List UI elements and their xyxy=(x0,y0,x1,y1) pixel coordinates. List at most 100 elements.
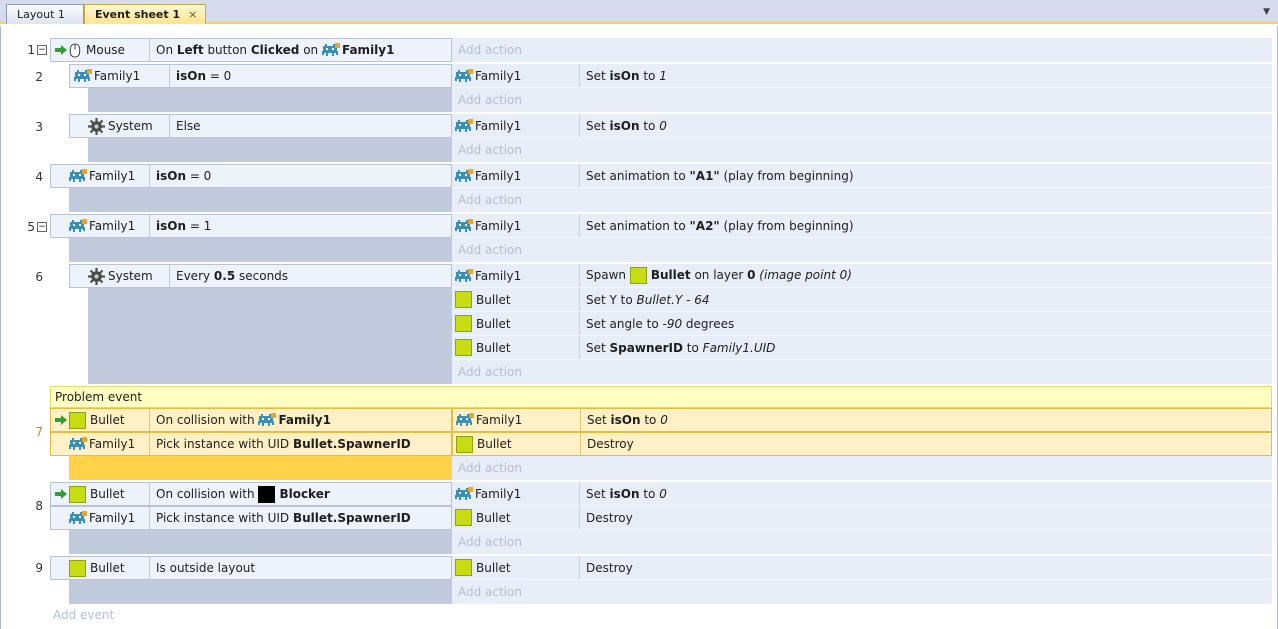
family-sprite-icon xyxy=(455,269,473,283)
action[interactable]: Family1 Set isOn to 0 xyxy=(452,114,1272,138)
object-name: Family1 xyxy=(89,437,136,451)
action[interactable]: Family1 Spawn Bullet on layer 0 (image p… xyxy=(452,264,1272,288)
condition-area xyxy=(69,456,452,480)
object-name: Family1 xyxy=(475,68,522,83)
add-action-button[interactable]: Add action xyxy=(452,88,1272,112)
action-text: Destroy xyxy=(586,510,633,525)
condition-param: Bullet.SpawnerID xyxy=(292,511,411,525)
action-text: (play from beginning) xyxy=(719,168,854,183)
close-icon[interactable]: × xyxy=(188,5,197,24)
object-name: Bullet xyxy=(476,292,511,307)
action-value: Family1.UID xyxy=(702,340,776,355)
condition[interactable]: Mouse On Left button Clicked on Family1 xyxy=(50,38,452,62)
object-name: Bullet xyxy=(476,560,511,575)
condition-param: 0.5 xyxy=(213,269,236,283)
condition[interactable]: Family1 isOn = 0 xyxy=(50,164,452,188)
add-action-button[interactable]: Add action xyxy=(452,456,1272,480)
trigger-arrow-icon xyxy=(55,45,67,55)
condition-text: Every xyxy=(176,269,214,283)
bullet-green-square-icon xyxy=(69,411,86,429)
trigger-arrow-icon xyxy=(55,489,67,499)
action-value: 0 xyxy=(660,413,668,427)
condition[interactable]: System Else xyxy=(69,114,452,138)
condition-param: Clicked xyxy=(250,42,300,57)
condition[interactable]: Bullet On collision with Blocker xyxy=(50,482,452,506)
add-event-button[interactable]: Add event xyxy=(53,608,114,622)
object-name: Bullet xyxy=(476,510,511,525)
object-name: Family1 xyxy=(476,413,523,427)
condition-param: Left xyxy=(176,42,204,57)
add-action-button[interactable]: Add action xyxy=(452,580,1272,604)
condition[interactable]: Family1 isOn = 0 xyxy=(69,64,452,88)
object-name: System xyxy=(108,119,153,133)
action-param: isOn xyxy=(610,413,641,427)
add-action-button[interactable]: Add action xyxy=(452,530,1272,554)
condition-text: button xyxy=(203,42,251,57)
add-action-button[interactable]: Add action xyxy=(452,138,1272,162)
object-name: Bullet xyxy=(90,413,125,427)
condition[interactable]: Family1 isOn = 1 xyxy=(50,214,452,238)
family-sprite-icon xyxy=(74,69,92,83)
action[interactable]: Family1 Set isOn to 1 xyxy=(452,64,1272,88)
family-sprite-icon xyxy=(455,219,473,233)
action[interactable]: Bullet Destroy xyxy=(452,432,1272,456)
add-action-button[interactable]: Add action xyxy=(452,360,1272,384)
condition[interactable]: Family1 Pick instance with UID Bullet.Sp… xyxy=(50,506,452,530)
collapse-toggle[interactable]: − xyxy=(37,45,47,55)
action-text: to xyxy=(639,486,660,501)
object-name: Family1 xyxy=(475,486,522,501)
condition-text: On collision with xyxy=(156,486,259,501)
gear-icon xyxy=(88,268,105,285)
tab-event-sheet-1[interactable]: Event sheet 1 × xyxy=(84,4,206,24)
condition-param: isOn xyxy=(156,219,186,233)
action[interactable]: Family1 Set animation to "A1" (play from… xyxy=(452,164,1272,188)
tab-label: Layout 1 xyxy=(17,8,65,21)
action-param: isOn xyxy=(609,118,640,133)
bullet-green-square-icon xyxy=(455,291,472,308)
object-name: Family1 xyxy=(89,511,136,525)
object-name: Family1 xyxy=(475,118,522,133)
condition[interactable]: Bullet On collision with Family1 xyxy=(50,408,452,432)
bullet-green-square-icon xyxy=(629,267,647,284)
action[interactable]: Bullet Destroy xyxy=(452,556,1272,580)
condition-area xyxy=(69,238,452,262)
event-number: 2 xyxy=(35,70,43,84)
chevron-down-icon[interactable]: ▼ xyxy=(1263,7,1270,17)
action-value: 1 xyxy=(659,68,667,83)
add-action-button[interactable]: Add action xyxy=(452,188,1272,212)
bullet-green-square-icon xyxy=(456,435,473,453)
comment-problem-event[interactable]: Problem event xyxy=(50,386,1272,408)
event-number: 3 xyxy=(35,120,43,134)
action-text: Set animation to xyxy=(586,218,690,233)
gear-icon xyxy=(88,118,105,135)
object-name: Family1 xyxy=(475,168,522,183)
add-action-button[interactable]: Add action xyxy=(452,38,1272,62)
action[interactable]: Family1 Set isOn to 0 xyxy=(452,482,1272,506)
action-text: Set xyxy=(586,118,610,133)
action-text: to xyxy=(640,413,661,427)
family-sprite-icon xyxy=(69,511,87,525)
condition[interactable]: Family1 Pick instance with UID Bullet.Sp… xyxy=(50,432,452,456)
condition[interactable]: System Every 0.5 seconds xyxy=(69,264,452,288)
bullet-green-square-icon xyxy=(69,559,86,577)
action-param: "A2" xyxy=(689,218,720,233)
action[interactable]: Family1 Set isOn to 0 xyxy=(452,408,1272,432)
action[interactable]: Family1 Set animation to "A2" (play from… xyxy=(452,214,1272,238)
action-text: Set animation to xyxy=(586,168,690,183)
action[interactable]: Bullet Set angle to -90 degrees xyxy=(452,312,1272,336)
family-sprite-icon xyxy=(69,437,87,451)
action-text: Destroy xyxy=(587,437,634,451)
family-sprite-icon xyxy=(455,487,473,501)
action[interactable]: Bullet Destroy xyxy=(452,506,1272,530)
add-action-button[interactable]: Add action xyxy=(452,238,1272,262)
tab-layout-1[interactable]: Layout 1 xyxy=(6,4,84,24)
collapse-toggle[interactable]: − xyxy=(37,222,47,232)
bullet-green-square-icon xyxy=(69,485,86,503)
action[interactable]: Bullet Set SpawnerID to Family1.UID xyxy=(452,336,1272,360)
condition[interactable]: Bullet Is outside layout xyxy=(50,556,452,580)
action[interactable]: Bullet Set Y to Bullet.Y - 64 xyxy=(452,288,1272,312)
action-text: Set xyxy=(587,413,611,427)
condition-text: Else xyxy=(176,119,201,133)
family-sprite-icon xyxy=(69,169,87,183)
condition-param: Blocker xyxy=(279,486,330,501)
